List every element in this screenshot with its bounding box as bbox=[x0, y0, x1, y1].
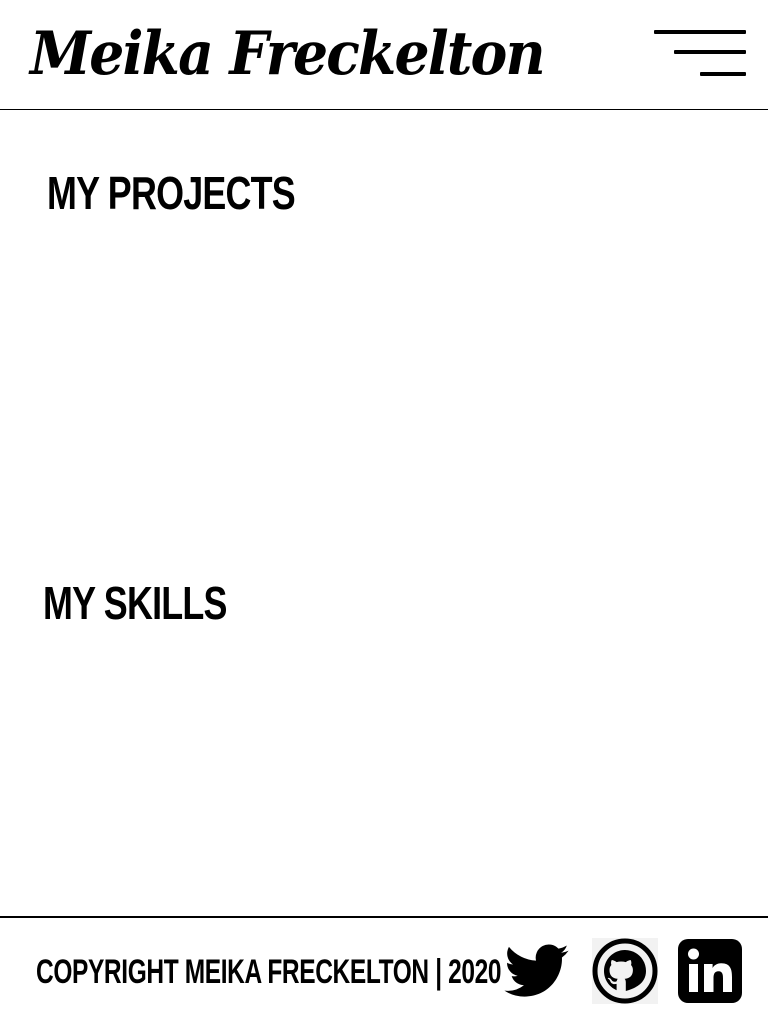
github-icon[interactable] bbox=[592, 938, 658, 1004]
copyright-text: COPYRIGHT MEIKA FRECKELTON | 2020 bbox=[36, 953, 502, 991]
site-footer: COPYRIGHT MEIKA FRECKELTON | 2020 bbox=[0, 916, 768, 1024]
projects-heading: MY PROJECTS bbox=[47, 167, 296, 219]
site-header: Meika Freckelton bbox=[0, 0, 768, 110]
linkedin-icon-graphic bbox=[678, 939, 742, 1003]
twitter-icon-graphic bbox=[504, 944, 569, 997]
menu-bar-middle bbox=[674, 50, 746, 54]
skills-section bbox=[40, 640, 728, 900]
menu-bar-top bbox=[654, 30, 746, 34]
hamburger-menu-icon[interactable] bbox=[652, 26, 746, 80]
linkedin-icon[interactable] bbox=[677, 938, 743, 1004]
skills-heading: MY SKILLS bbox=[43, 577, 227, 629]
projects-section bbox=[40, 230, 728, 550]
github-icon-graphic bbox=[592, 938, 658, 1004]
twitter-icon[interactable] bbox=[504, 938, 570, 1004]
menu-bar-bottom bbox=[700, 72, 746, 76]
site-brand[interactable]: Meika Freckelton bbox=[30, 14, 546, 94]
